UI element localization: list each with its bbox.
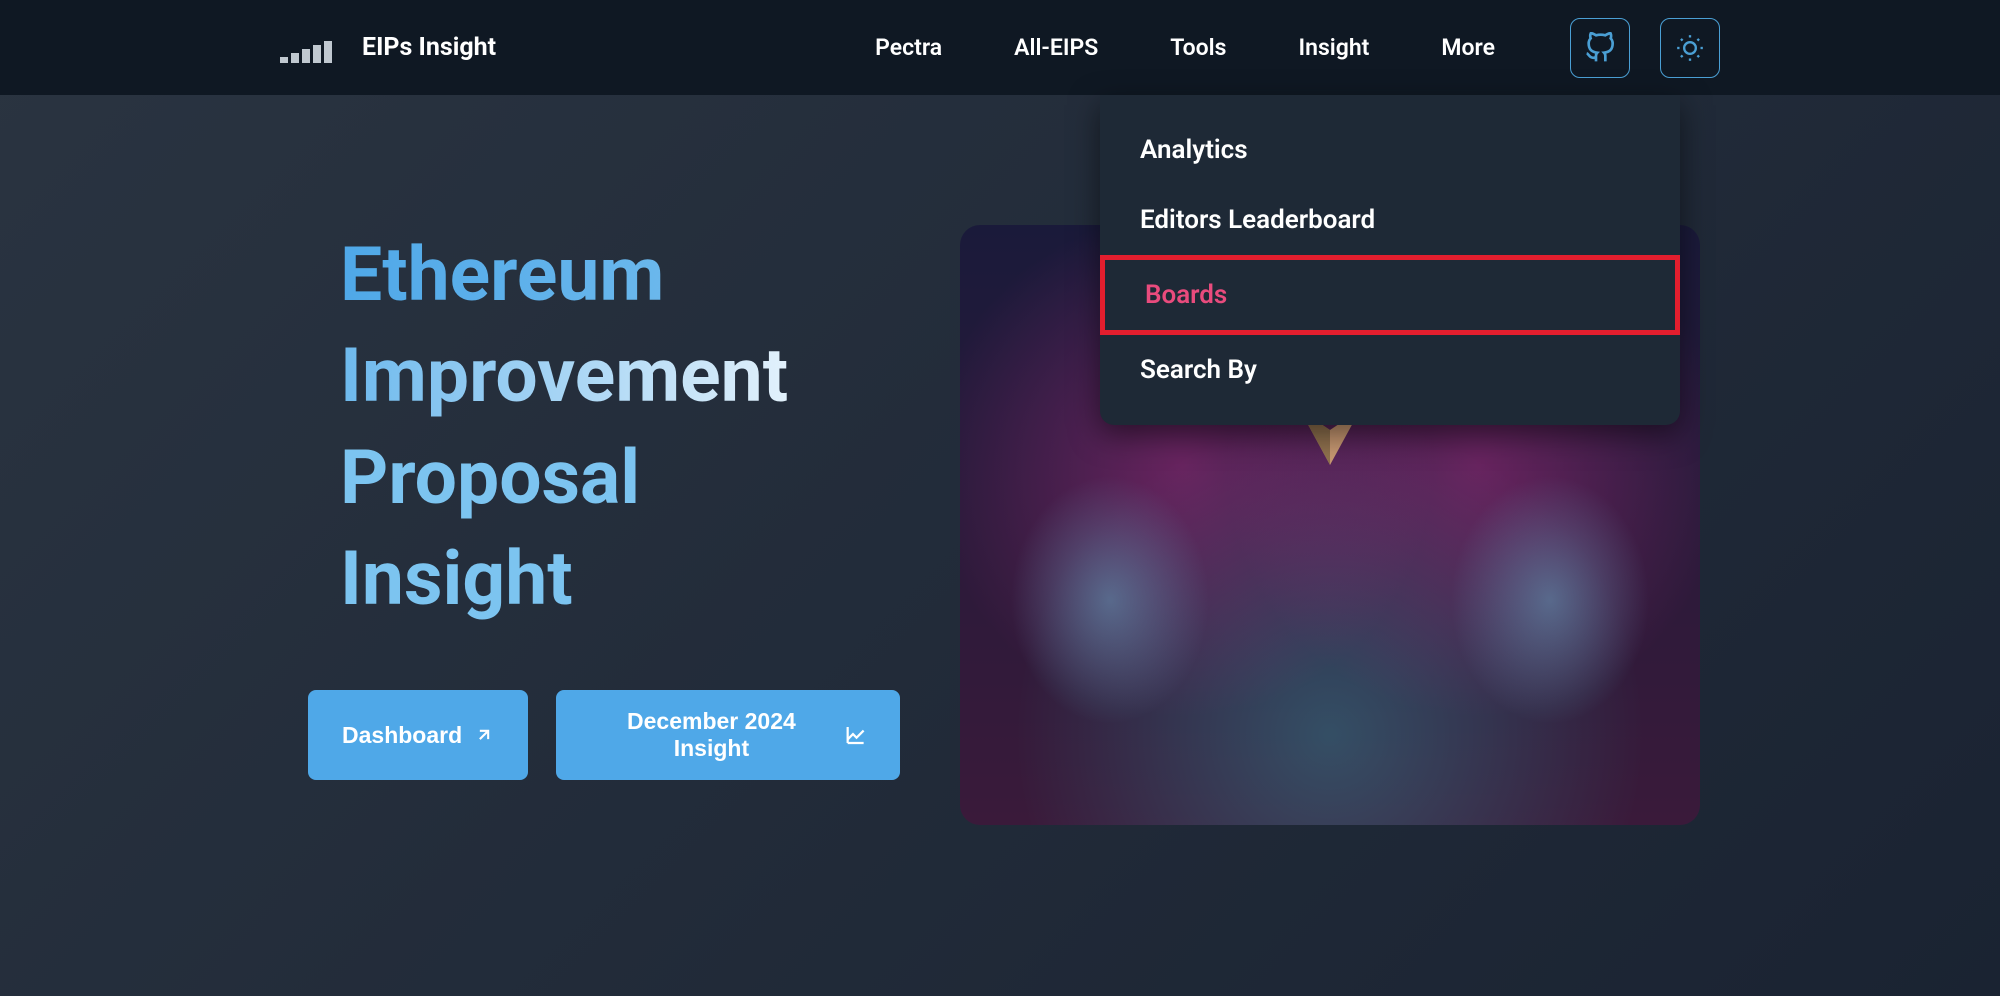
- nav-item-tools[interactable]: Tools: [1170, 34, 1226, 61]
- github-button[interactable]: [1570, 18, 1630, 78]
- nav-item-pectra[interactable]: Pectra: [875, 34, 942, 61]
- chart-line-icon: [845, 724, 866, 746]
- hero-text-section: Ethereum Improvement Proposal Insight Da…: [280, 225, 900, 780]
- hero-word-insight: Insight: [340, 529, 900, 630]
- hero-word-improvement: Improvement: [340, 326, 900, 427]
- robot-hand-right: [1450, 475, 1650, 725]
- dashboard-button-label: Dashboard: [342, 722, 462, 749]
- dashboard-button[interactable]: Dashboard: [308, 690, 528, 780]
- logo-text: EIPs Insight: [362, 33, 496, 62]
- theme-toggle-button[interactable]: [1660, 18, 1720, 78]
- header-icons: [1570, 18, 1720, 78]
- hero-word-proposal: Proposal: [340, 428, 900, 529]
- monthly-insight-label: December 2024 Insight: [590, 708, 833, 762]
- hero-buttons: Dashboard December 2024 Insight: [308, 690, 900, 780]
- logo-section[interactable]: EIPs Insight: [280, 33, 496, 63]
- main-header: EIPs Insight Pectra All-EIPS Tools Insig…: [0, 0, 2000, 95]
- github-icon: [1584, 32, 1616, 64]
- nav-item-more[interactable]: More: [1441, 34, 1495, 61]
- main-content: Ethereum Improvement Proposal Insight Da…: [0, 95, 2000, 825]
- dropdown-item-search-by[interactable]: Search By: [1100, 335, 1680, 405]
- insight-dropdown: Analytics Editors Leaderboard Boards Sea…: [1100, 95, 1680, 425]
- nav-item-all-eips[interactable]: All-EIPS: [1014, 34, 1098, 61]
- dropdown-item-editors-leaderboard[interactable]: Editors Leaderboard: [1100, 185, 1680, 255]
- robot-hand-left: [1010, 475, 1210, 725]
- monthly-insight-button[interactable]: December 2024 Insight: [556, 690, 900, 780]
- sun-icon: [1676, 34, 1704, 62]
- arrow-up-right-icon: [474, 725, 494, 745]
- nav-item-insight[interactable]: Insight: [1298, 34, 1369, 61]
- main-nav: Pectra All-EIPS Tools Insight More: [875, 34, 1495, 61]
- logo-icon: [280, 33, 340, 63]
- hero-title: Ethereum Improvement Proposal Insight: [340, 225, 900, 630]
- dropdown-item-analytics[interactable]: Analytics: [1100, 115, 1680, 185]
- hero-word-ethereum: Ethereum: [340, 225, 900, 326]
- dropdown-item-boards[interactable]: Boards: [1100, 255, 1680, 335]
